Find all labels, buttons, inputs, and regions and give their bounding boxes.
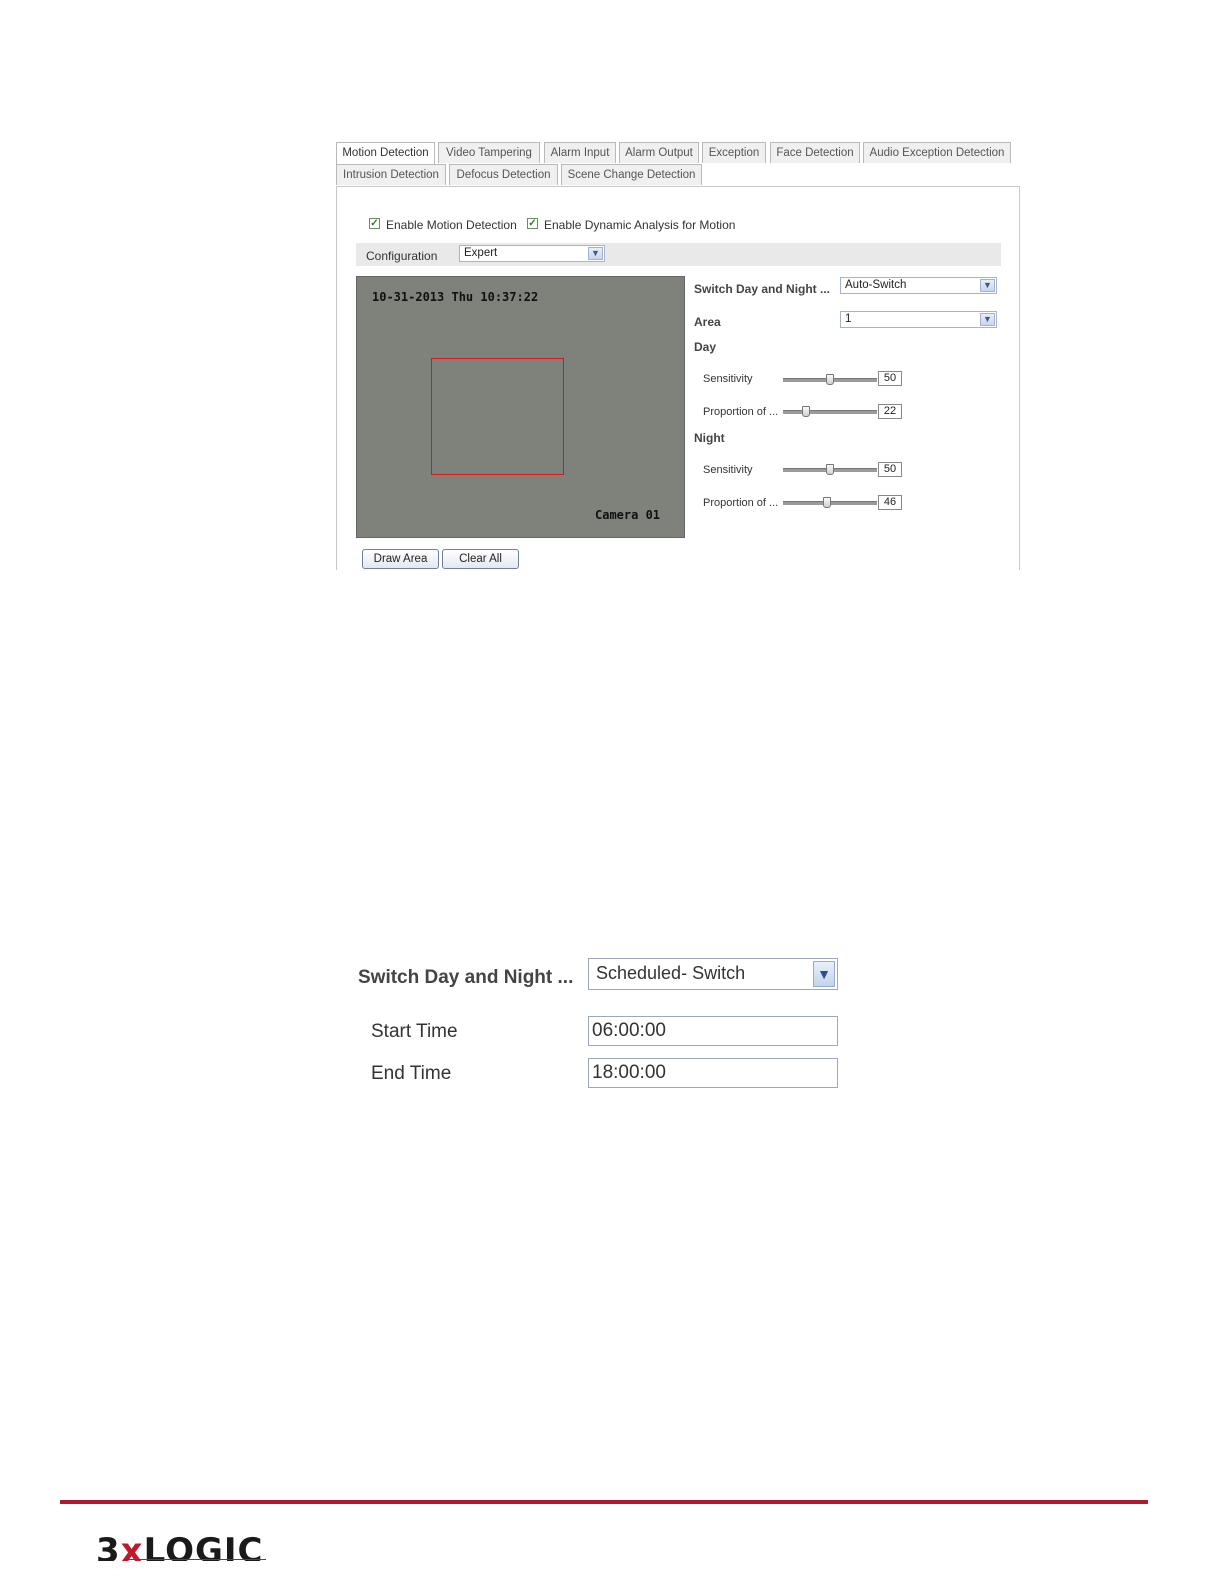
day-proportion-slider[interactable] <box>783 406 877 417</box>
tab-face-detection[interactable]: Face Detection <box>770 142 860 163</box>
end-time-label: End Time <box>371 1063 452 1084</box>
day-section-label: Day <box>694 340 717 354</box>
end-time-input[interactable]: 18:00:00 <box>588 1058 838 1088</box>
night-proportion-label: Proportion of ... <box>703 497 779 509</box>
logo-text-part: 3 <box>96 1531 121 1561</box>
detection-area-rectangle[interactable] <box>431 358 564 475</box>
tab-intrusion-detection[interactable]: Intrusion Detection <box>336 164 446 185</box>
tab-alarm-output[interactable]: Alarm Output <box>619 142 699 163</box>
configuration-label: Configuration <box>366 249 438 263</box>
draw-area-button[interactable]: Draw Area <box>362 549 439 569</box>
slider-thumb[interactable] <box>823 497 831 508</box>
logo-underline <box>126 1559 266 1560</box>
start-time-label: Start Time <box>371 1021 458 1042</box>
enable-dynamic-label: Enable Dynamic Analysis for Motion <box>544 218 736 232</box>
chevron-down-icon[interactable]: ▼ <box>813 961 835 987</box>
day-proportion-value[interactable]: 22 <box>878 404 902 419</box>
night-sensitivity-slider[interactable] <box>783 464 877 475</box>
tab-motion-detection[interactable]: Motion Detection <box>336 142 435 164</box>
slider-thumb[interactable] <box>802 406 810 417</box>
tab-scene-change-detection[interactable]: Scene Change Detection <box>561 164 702 185</box>
day-sensitivity-label: Sensitivity <box>703 373 753 385</box>
switch-day-night-value: Scheduled- Switch <box>596 963 746 983</box>
footer-divider <box>60 1500 1148 1504</box>
day-proportion-label: Proportion of ... <box>703 406 779 418</box>
switch-day-night-select[interactable]: Auto-Switch ▼ <box>840 277 997 294</box>
start-time-input[interactable]: 06:00:00 <box>588 1016 838 1046</box>
tab-audio-exception-detection[interactable]: Audio Exception Detection <box>863 142 1011 163</box>
day-sensitivity-slider[interactable] <box>783 374 877 385</box>
tab-video-tampering[interactable]: Video Tampering <box>438 142 540 163</box>
enable-motion-label: Enable Motion Detection <box>386 218 517 232</box>
switch-day-night-label: Switch Day and Night ... <box>358 967 574 988</box>
switch-day-night-select[interactable]: Scheduled- Switch ▼ <box>588 958 838 990</box>
night-section-label: Night <box>694 431 725 445</box>
configuration-select[interactable]: Expert ▼ <box>459 245 605 262</box>
area-value: 1 <box>845 313 852 325</box>
configuration-bar: Configuration Expert ▼ <box>356 243 1001 266</box>
enable-dynamic-checkbox[interactable]: ✓ <box>527 218 538 229</box>
clear-all-button[interactable]: Clear All <box>442 549 519 569</box>
slider-thumb[interactable] <box>826 374 834 385</box>
chevron-down-icon[interactable]: ▼ <box>980 313 995 326</box>
tab-alarm-input[interactable]: Alarm Input <box>544 142 616 163</box>
night-proportion-slider[interactable] <box>783 497 877 508</box>
switch-day-night-value: Auto-Switch <box>845 279 907 291</box>
slider-thumb[interactable] <box>826 464 834 475</box>
tab-defocus-detection[interactable]: Defocus Detection <box>449 164 558 185</box>
area-label: Area <box>694 315 721 329</box>
tab-exception[interactable]: Exception <box>702 142 766 163</box>
switch-day-night-label: Switch Day and Night ... <box>694 282 831 296</box>
chevron-down-icon[interactable]: ▼ <box>980 279 995 292</box>
logo-text-part: LOGIC <box>143 1531 264 1561</box>
chevron-down-icon[interactable]: ▼ <box>588 247 603 260</box>
area-select[interactable]: 1 ▼ <box>840 311 997 328</box>
day-sensitivity-value[interactable]: 50 <box>878 371 902 386</box>
schedule-switch-panel: Switch Day and Night ... Scheduled- Swit… <box>350 955 850 1095</box>
camera-name-overlay: Camera 01 <box>595 508 661 522</box>
enable-motion-checkbox[interactable]: ✓ <box>369 218 380 229</box>
video-timestamp: 10-31-2013 Thu 10:37:22 <box>372 290 539 304</box>
motion-detection-panel: Motion Detection Video Tampering Alarm I… <box>336 142 1020 570</box>
logo-text-x: x <box>120 1531 144 1561</box>
night-sensitivity-label: Sensitivity <box>703 464 753 476</box>
tab-content: ✓ Enable Motion Detection ✓ Enable Dynam… <box>336 186 1020 570</box>
night-sensitivity-value[interactable]: 50 <box>878 462 902 477</box>
night-proportion-value[interactable]: 46 <box>878 495 902 510</box>
video-preview[interactable]: 10-31-2013 Thu 10:37:22 Camera 01 <box>356 276 685 538</box>
company-logo: 3xLOGIC <box>96 1531 276 1561</box>
configuration-value: Expert <box>464 247 498 259</box>
